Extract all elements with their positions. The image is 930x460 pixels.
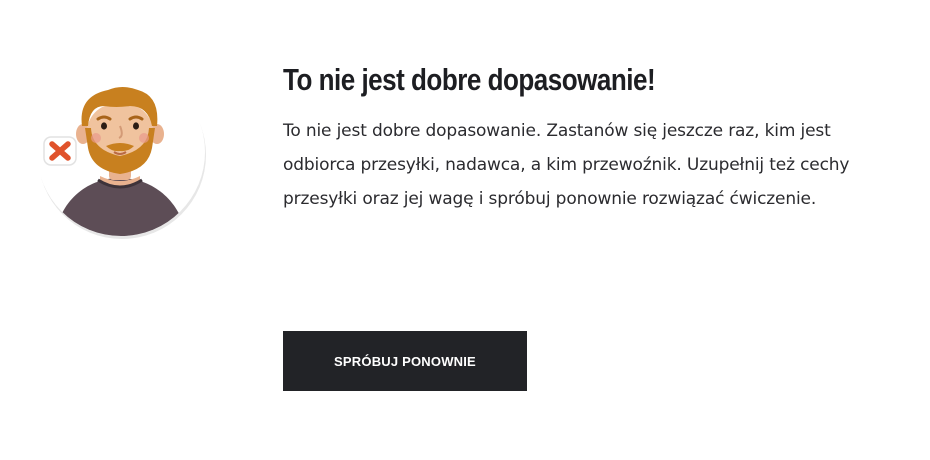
- feedback-message: To nie jest dobre dopasowanie. Zastanów …: [283, 121, 850, 209]
- feedback-content: To nie jest dobre dopasowanie! To nie je…: [283, 60, 883, 216]
- retry-button[interactable]: SPRÓBUJ PONOWNIE: [283, 331, 527, 391]
- feedback-page: To nie jest dobre dopasowanie! To nie je…: [0, 0, 930, 460]
- feedback-title: To nie jest dobre dopasowanie!: [283, 62, 656, 97]
- close-icon: [43, 136, 77, 166]
- avatar-illustration: [30, 82, 210, 242]
